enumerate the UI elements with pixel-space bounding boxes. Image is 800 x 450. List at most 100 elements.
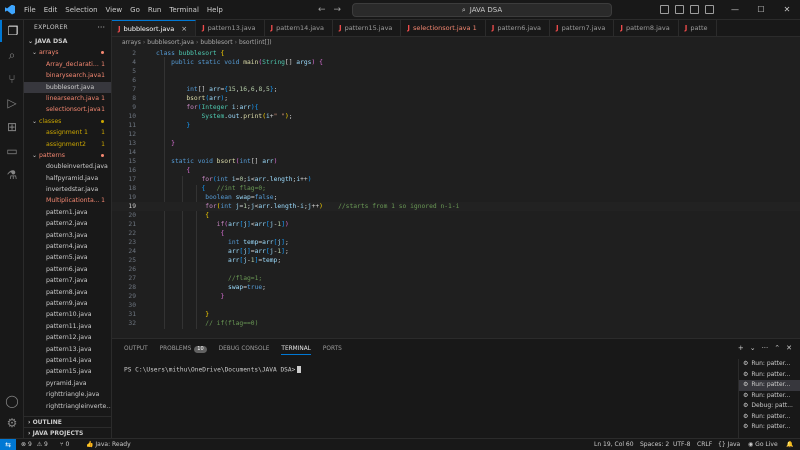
panel-tab-debug-console[interactable]: DEBUG CONSOLE [219, 344, 270, 355]
menu-item-file[interactable]: File [20, 0, 40, 20]
tree-file[interactable]: pattern10.java [24, 309, 111, 320]
menu-item-help[interactable]: Help [203, 0, 227, 20]
tree-file[interactable]: bubblesort.java [24, 81, 111, 93]
tree-file[interactable]: pattern13.java [24, 344, 111, 355]
toggle-sidebar-icon[interactable] [660, 5, 669, 14]
panel-tab-output[interactable]: OUTPUT [124, 344, 148, 355]
tree-file[interactable]: pattern1.java [24, 207, 111, 218]
command-center-search[interactable]: ⌕ JAVA DSA [352, 3, 612, 17]
tree-file[interactable]: Multiplicationta... 1 [24, 195, 111, 206]
terminal-instance[interactable]: ⚙ Run: patter... [739, 412, 800, 423]
ports-status[interactable]: ⑂ 0 [60, 439, 69, 450]
close-tab-icon[interactable]: × [181, 21, 187, 37]
tree-file[interactable]: Array_declarati... 1 [24, 59, 111, 70]
terminal-output[interactable]: PS C:\Users\mithu\OneDrive\Documents\JAV… [124, 366, 302, 374]
tree-folder[interactable]: ⌄ arrays [24, 47, 111, 58]
terminal-instance[interactable]: ⚙ Run: patter... [739, 391, 800, 402]
tree-file[interactable]: pattern2.java [24, 218, 111, 229]
breadcrumb-item[interactable]: bsort(int[]) [239, 39, 272, 46]
customize-layout-icon[interactable] [705, 5, 714, 14]
terminal-instance[interactable]: ⚙ Run: patter... [739, 359, 800, 370]
editor-tab[interactable]: Jpattern14.java [265, 20, 333, 36]
indentation-status[interactable]: Spaces: 2 [640, 439, 669, 450]
chevron-down-icon[interactable]: ⌄ [750, 344, 756, 352]
language-status[interactable]: {} Java [718, 439, 740, 450]
terminal-instance[interactable]: ⚙ Run: patter... [739, 370, 800, 381]
editor-tab[interactable]: Jpattern7.java [550, 20, 615, 36]
encoding-status[interactable]: UTF-8 [673, 439, 691, 450]
editor-tab[interactable]: Jpattern8.java [614, 20, 679, 36]
run-debug-icon[interactable]: ▷ [0, 92, 24, 114]
tree-file[interactable]: pattern12.java [24, 332, 111, 343]
explorer-icon[interactable]: ❐ [0, 20, 24, 42]
tree-file[interactable]: pattern15.java [24, 366, 111, 377]
tree-file[interactable]: pattern7.java [24, 275, 111, 286]
editor-tab[interactable]: Jpattern13.java [196, 20, 265, 36]
manage-gear-icon[interactable]: ⚙ [0, 412, 24, 434]
tree-file[interactable]: pattern4.java [24, 241, 111, 252]
tree-file[interactable]: binarysearch.java 1 [24, 70, 111, 81]
outline-section[interactable]: › OUTLINE [24, 416, 111, 427]
editor-tab[interactable]: Jpattern15.java [333, 20, 402, 36]
menu-item-terminal[interactable]: Terminal [165, 0, 203, 20]
more-actions-icon[interactable]: ··· [97, 23, 105, 32]
java-projects-section[interactable]: › JAVA PROJECTS [24, 427, 111, 438]
editor-tab[interactable]: Jpatte [679, 20, 717, 36]
workspace-root[interactable]: ⌄ JAVA DSA [24, 36, 111, 47]
editor-tab[interactable]: Jpattern6.java [486, 20, 551, 36]
tree-file[interactable]: pattern8.java [24, 287, 111, 298]
search-view-icon[interactable]: ⌕ [0, 44, 24, 66]
tree-file[interactable]: pattern6.java [24, 264, 111, 275]
tree-file[interactable]: invertedstar.java [24, 184, 111, 195]
menu-item-selection[interactable]: Selection [61, 0, 101, 20]
tree-file[interactable]: pattern14.java [24, 355, 111, 366]
maximize-icon[interactable]: ☐ [748, 0, 774, 20]
tree-file[interactable]: pattern3.java [24, 230, 111, 241]
tree-file[interactable]: assignment2 1 [24, 139, 111, 150]
toggle-secondary-sidebar-icon[interactable] [690, 5, 699, 14]
maximize-panel-icon[interactable]: ⌃ [774, 344, 780, 352]
minimize-icon[interactable]: — [722, 0, 748, 20]
tree-file[interactable]: pattern11.java [24, 321, 111, 332]
tree-file[interactable]: righttriangle.java [24, 389, 111, 400]
tree-file[interactable]: pattern9.java [24, 298, 111, 309]
tree-file[interactable]: righttriangleinverte... [24, 401, 111, 412]
tree-folder[interactable]: ⌄ patterns [24, 150, 111, 161]
breadcrumb-item[interactable]: bubblesort.java [147, 39, 194, 46]
panel-tab-terminal[interactable]: TERMINAL [281, 344, 311, 355]
tree-file[interactable]: doubleinverted.java [24, 161, 111, 172]
tree-file[interactable]: pyramid.java [24, 378, 111, 389]
tree-file[interactable]: linearsearch.java 1 [24, 93, 111, 104]
forward-arrow-icon[interactable]: → [334, 4, 342, 16]
account-icon[interactable]: ◯ [0, 390, 24, 412]
terminal-instance[interactable]: ⚙ Run: patter... [739, 422, 800, 433]
source-control-icon[interactable]: ⑂ [0, 68, 24, 90]
menu-item-view[interactable]: View [102, 0, 127, 20]
panel-tab-problems[interactable]: PROBLEMS 10 [160, 344, 207, 355]
go-live-button[interactable]: ◉ Go Live [748, 439, 778, 450]
remote-explorer-icon[interactable]: ▭ [0, 140, 24, 162]
panel-tab-ports[interactable]: PORTS [323, 344, 342, 355]
breadcrumb-item[interactable]: arrays [122, 39, 141, 46]
back-arrow-icon[interactable]: ← [318, 4, 326, 16]
editor-tab[interactable]: Jselectionsort.java 1 [401, 20, 486, 36]
more-actions-icon[interactable]: ··· [762, 344, 769, 352]
menu-item-go[interactable]: Go [126, 0, 144, 20]
menu-item-run[interactable]: Run [144, 0, 165, 20]
tree-folder[interactable]: ⌄ classes [24, 116, 111, 127]
problems-status[interactable]: ⊗ 9 ⚠ 9 [21, 439, 48, 450]
cursor-position[interactable]: Ln 19, Col 60 [594, 439, 634, 450]
editor-tab[interactable]: Jbubblesort.java × [112, 20, 197, 37]
java-status[interactable]: 👍 Java: Ready [86, 439, 131, 450]
eol-status[interactable]: CRLF [697, 439, 712, 450]
code-editor[interactable]: 2 class bubblesort {4 public static void … [112, 48, 800, 338]
remote-indicator-icon[interactable]: ⇆ [0, 439, 16, 450]
new-terminal-icon[interactable]: + [738, 344, 744, 352]
breadcrumb-item[interactable]: bubblesort [200, 39, 232, 46]
menu-item-edit[interactable]: Edit [40, 0, 62, 20]
terminal-instance[interactable]: ⚙ Run: patter... [739, 380, 800, 391]
close-window-icon[interactable]: ✕ [774, 0, 800, 20]
testing-icon[interactable]: ⚗ [0, 164, 24, 186]
tree-file[interactable]: halfpyramid.java [24, 173, 111, 184]
terminal-instance[interactable]: ⚙ Debug: patt... [739, 401, 800, 412]
